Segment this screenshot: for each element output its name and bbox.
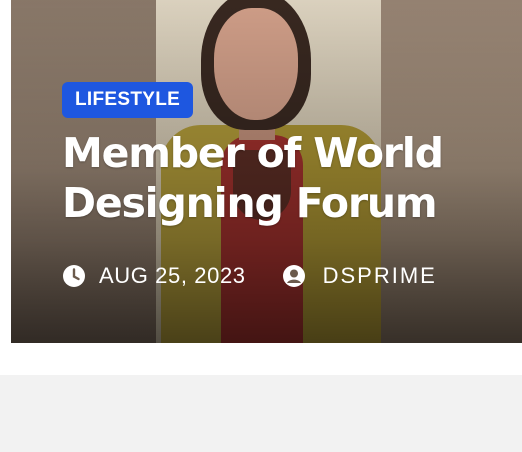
post-author[interactable]: DSPRIME (282, 263, 437, 289)
clock-icon (62, 264, 86, 288)
footer-strip (0, 375, 522, 452)
page: LIFESTYLE Member of World Designing Foru… (0, 0, 522, 452)
post-author-text: DSPRIME (322, 263, 437, 288)
featured-post-card[interactable]: LIFESTYLE Member of World Designing Foru… (11, 0, 522, 343)
post-title[interactable]: Member of World Designing Forum (62, 128, 502, 228)
post-date-text: AUG 25, 2023 (99, 263, 246, 288)
user-circle-icon (282, 264, 306, 288)
category-badge[interactable]: LIFESTYLE (62, 82, 194, 118)
post-meta: AUG 25, 2023 DSPRIME (62, 262, 437, 290)
post-date[interactable]: AUG 25, 2023 (62, 263, 246, 289)
